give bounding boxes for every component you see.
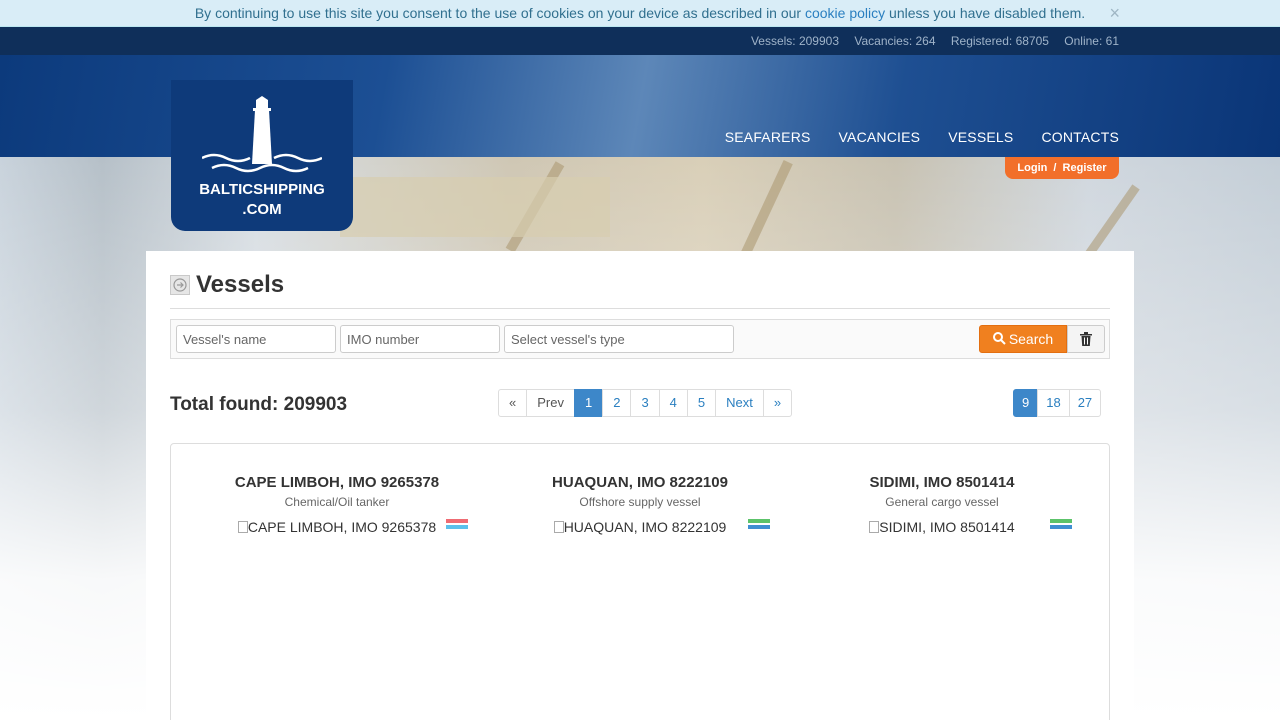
vessel-results: CAPE LIMBOH, IMO 9265378 Chemical/Oil ta… bbox=[170, 443, 1110, 720]
vessel-image[interactable]: SIDIMI, IMO 8501414 bbox=[792, 519, 1092, 535]
nav-contacts[interactable]: CONTACTS bbox=[1041, 129, 1119, 145]
main-panel: Vessels Search Total found: 209903 « Pre… bbox=[146, 251, 1134, 720]
stat-vessels: Vessels: 209903 bbox=[750, 34, 840, 48]
auth-box: Login / Register bbox=[1005, 157, 1119, 179]
stat-vacancies: Vacancies: 264 bbox=[854, 34, 936, 48]
nav-vacancies[interactable]: VACANCIES bbox=[839, 129, 921, 145]
page-3[interactable]: 3 bbox=[630, 389, 660, 417]
page-title: Vessels bbox=[196, 271, 285, 298]
broken-image-icon bbox=[553, 521, 564, 533]
vessel-type-select[interactable] bbox=[504, 325, 734, 353]
vessel-name[interactable]: HUAQUAN, IMO 8222109 bbox=[490, 474, 790, 491]
logo-line1: BALTICSHIPPING bbox=[199, 181, 325, 198]
vessel-card: CAPE LIMBOH, IMO 9265378 Chemical/Oil ta… bbox=[187, 474, 487, 535]
vessel-card: HUAQUAN, IMO 8222109 Offshore supply ves… bbox=[490, 474, 790, 535]
vessel-name[interactable]: CAPE LIMBOH, IMO 9265378 bbox=[187, 474, 487, 491]
register-link[interactable]: Register bbox=[1063, 162, 1107, 174]
divider bbox=[170, 308, 1110, 309]
main-nav: SEAFARERS VACANCIES VESSELS CONTACTS bbox=[725, 129, 1119, 145]
vessel-name[interactable]: SIDIMI, IMO 8501414 bbox=[792, 474, 1092, 491]
site-logo[interactable]: BALTICSHIPPING .COM bbox=[171, 80, 353, 231]
cookie-policy-link[interactable]: cookie policy bbox=[805, 5, 885, 21]
close-icon[interactable]: × bbox=[1109, 0, 1120, 26]
title-row: Vessels bbox=[170, 271, 284, 299]
vessel-image[interactable]: CAPE LIMBOH, IMO 9265378 bbox=[187, 519, 487, 535]
filter-form: Search bbox=[170, 319, 1110, 359]
per-page-18[interactable]: 18 bbox=[1037, 389, 1070, 417]
per-page-selector: 9 18 27 bbox=[1013, 389, 1102, 417]
clear-filter-button[interactable] bbox=[1067, 325, 1105, 353]
page-first[interactable]: « bbox=[498, 389, 528, 417]
page-5[interactable]: 5 bbox=[686, 389, 717, 417]
auth-separator: / bbox=[1053, 162, 1057, 174]
vessel-image-alt: CAPE LIMBOH, IMO 9265378 bbox=[247, 519, 437, 535]
cookie-notice: By continuing to use this site you conse… bbox=[0, 0, 1280, 27]
stat-registered: Registered: 68705 bbox=[950, 34, 1049, 48]
vessel-type: General cargo vessel bbox=[885, 495, 999, 509]
pagination: « Prev 1 2 3 4 5 Next » bbox=[498, 389, 793, 417]
search-button[interactable]: Search bbox=[979, 325, 1067, 353]
page-2[interactable]: 2 bbox=[602, 389, 632, 417]
crane-decoration bbox=[737, 160, 793, 264]
flag-icon bbox=[748, 519, 770, 535]
page-prev[interactable]: Prev bbox=[526, 389, 575, 417]
broken-image-icon bbox=[237, 521, 248, 533]
vessel-type: Chemical/Oil tanker bbox=[284, 495, 390, 509]
search-label: Search bbox=[1008, 331, 1054, 347]
total-found: Total found: 209903 bbox=[170, 394, 347, 416]
imo-input[interactable] bbox=[340, 325, 500, 353]
trash-icon bbox=[1080, 332, 1092, 346]
vessel-type: Offshore supply vessel bbox=[579, 495, 701, 509]
vessel-image-alt: SIDIMI, IMO 8501414 bbox=[879, 519, 1015, 535]
vessel-image-alt: HUAQUAN, IMO 8222109 bbox=[563, 519, 727, 535]
page-4[interactable]: 4 bbox=[658, 389, 688, 417]
total-label: Total found: bbox=[170, 394, 279, 415]
flag-icon bbox=[1050, 519, 1072, 535]
per-page-9[interactable]: 9 bbox=[1013, 389, 1039, 417]
cookie-text: By continuing to use this site you conse… bbox=[194, 5, 802, 21]
nav-seafarers[interactable]: SEAFARERS bbox=[725, 129, 811, 145]
stats-bar: Vessels: 209903 Vacancies: 264 Registere… bbox=[0, 27, 1280, 55]
page-next[interactable]: Next bbox=[715, 389, 764, 417]
vessel-card: SIDIMI, IMO 8501414 General cargo vessel… bbox=[792, 474, 1092, 535]
page-1[interactable]: 1 bbox=[573, 389, 604, 417]
broken-image-icon bbox=[869, 521, 880, 533]
cookie-text-after: unless you have disabled them. bbox=[889, 5, 1086, 21]
total-value: 209903 bbox=[283, 394, 348, 415]
vessel-name-input[interactable] bbox=[176, 325, 336, 353]
ship-deck-decoration bbox=[340, 177, 610, 237]
per-page-27[interactable]: 27 bbox=[1068, 389, 1102, 417]
arrow-right-icon bbox=[170, 275, 190, 295]
page-last[interactable]: » bbox=[762, 389, 793, 417]
flag-icon bbox=[446, 519, 468, 535]
nav-vessels[interactable]: VESSELS bbox=[948, 129, 1013, 145]
lighthouse-icon bbox=[202, 96, 322, 173]
search-icon bbox=[992, 332, 1006, 345]
logo-line2: .COM bbox=[242, 201, 282, 218]
vessel-image[interactable]: HUAQUAN, IMO 8222109 bbox=[490, 519, 790, 535]
login-link[interactable]: Login bbox=[1017, 162, 1047, 174]
stat-online: Online: 61 bbox=[1064, 34, 1119, 48]
